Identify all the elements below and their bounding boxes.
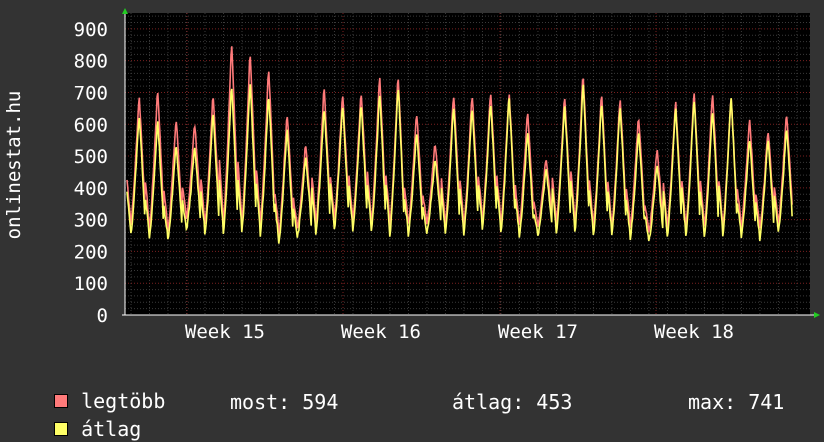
y-tick-labels: 0 100 200 300 400 500 600 700 800 900 <box>74 19 108 327</box>
y-tick-label: 200 <box>74 241 108 263</box>
stat-now: most: 594 <box>230 390 339 414</box>
x-tick-label: Week 18 <box>654 321 734 343</box>
y-axis-arrow <box>122 8 128 14</box>
y-tick-label: 700 <box>74 82 108 104</box>
stat-average: átlag: 453 <box>452 390 573 414</box>
y-tick-label: 300 <box>74 210 108 232</box>
y-axis-title: onlinestat.hu <box>3 91 25 240</box>
x-tick-label: Week 17 <box>498 321 578 343</box>
y-tick-label: 800 <box>74 51 108 73</box>
x-tick-label: Week 16 <box>341 321 421 343</box>
y-tick-label: 400 <box>74 178 108 200</box>
legend-label-atlag: átlag <box>81 417 142 441</box>
y-tick-label: 600 <box>74 114 108 136</box>
y-tick-label: 100 <box>74 273 108 295</box>
legend-item-atlag: átlag <box>30 390 141 442</box>
y-tick-label: 900 <box>74 19 108 41</box>
y-tick-label: 500 <box>74 146 108 168</box>
x-tick-label: Week 15 <box>185 321 265 343</box>
legend-swatch-atlag <box>54 421 69 436</box>
stat-max: max: 741 <box>688 390 785 414</box>
x-axis-arrow <box>814 312 820 318</box>
y-tick-label: 0 <box>97 305 108 327</box>
x-tick-labels: Week 15 Week 16 Week 17 Week 18 <box>185 321 734 343</box>
